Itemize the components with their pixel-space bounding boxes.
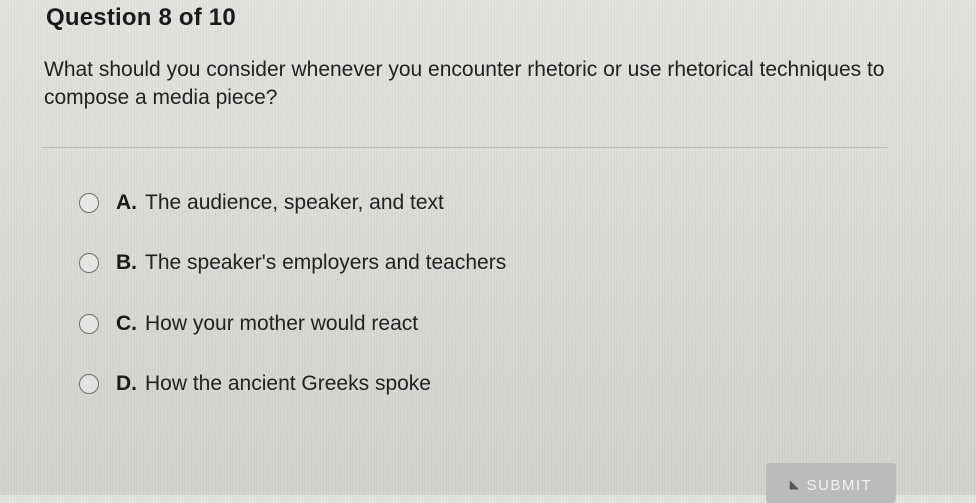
submit-button[interactable]: ◣ SUBMIT (766, 463, 896, 503)
option-text: How the ancient Greeks spoke (145, 372, 431, 395)
radio-button-a[interactable] (79, 193, 99, 213)
option-letter: A. (116, 191, 137, 214)
cursor-arrow-icon: ◣ (789, 477, 801, 491)
submit-label: SUBMIT (806, 477, 873, 494)
option-letter: D. (116, 372, 137, 395)
option-letter: B. (116, 251, 137, 274)
option-text: How your mother would react (145, 312, 419, 335)
option-b[interactable]: B. The speaker's employers and teachers (79, 243, 506, 283)
option-text: The speaker's employers and teachers (145, 251, 507, 274)
radio-button-c[interactable] (79, 314, 99, 334)
question-text: What should you consider whenever you en… (44, 58, 885, 109)
option-d[interactable]: D. How the ancient Greeks spoke (79, 364, 431, 404)
radio-button-d[interactable] (79, 374, 99, 394)
quiz-screen: Question 8 of 10 What should you conside… (0, 0, 976, 503)
question-number: Question 8 of 10 (46, 4, 236, 31)
option-c[interactable]: C. How your mother would react (79, 304, 418, 344)
divider (42, 147, 887, 148)
radio-button-b[interactable] (79, 253, 99, 273)
option-text: The audience, speaker, and text (145, 191, 444, 214)
option-a[interactable]: A. The audience, speaker, and text (79, 183, 444, 223)
option-letter: C. (116, 312, 137, 335)
